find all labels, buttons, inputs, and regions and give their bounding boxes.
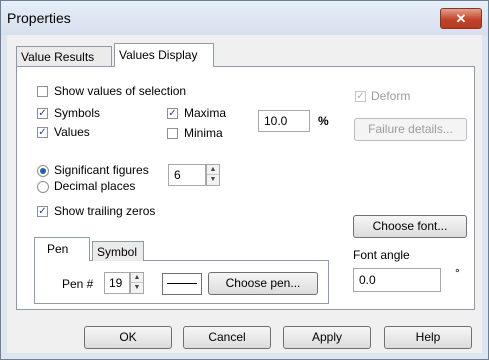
window-title: Properties xyxy=(7,10,71,26)
symbols-label: Symbols xyxy=(54,106,101,120)
deform-label: Deform xyxy=(371,89,411,103)
ok-button[interactable]: OK xyxy=(84,326,172,349)
decimal-places-radio[interactable] xyxy=(37,181,49,193)
maxima-label: Maxima xyxy=(184,106,227,120)
scale-input[interactable]: 10.0 xyxy=(258,110,310,132)
check-icon: ✓ xyxy=(38,127,47,138)
spin-down-icon[interactable]: ▼ xyxy=(131,283,143,293)
significant-figures-label: Significant figures xyxy=(54,163,149,177)
check-icon: ✓ xyxy=(38,108,47,119)
spin-down-icon[interactable]: ▼ xyxy=(207,175,219,185)
font-angle-input[interactable]: 0.0 xyxy=(353,268,441,292)
title-bar: Properties ✕ xyxy=(1,1,488,35)
precision-input[interactable]: 6 xyxy=(168,164,206,186)
degree-unit-label: ° xyxy=(455,266,460,280)
decimal-places-label: Decimal places xyxy=(54,179,136,193)
tab-values-display[interactable]: Values Display xyxy=(114,43,214,67)
show-values-of-selection-label: Show values of selection xyxy=(54,84,187,98)
show-trailing-zeros-label: Show trailing zeros xyxy=(54,204,156,218)
check-icon: ✓ xyxy=(168,108,177,119)
choose-pen-button[interactable]: Choose pen... xyxy=(208,272,318,295)
help-button[interactable]: Help xyxy=(384,326,472,349)
values-label: Values xyxy=(54,125,90,139)
show-values-of-selection-checkbox[interactable] xyxy=(37,86,48,97)
show-trailing-zeros-checkbox[interactable]: ✓ xyxy=(37,206,48,217)
maxima-checkbox[interactable]: ✓ xyxy=(167,108,178,119)
close-button[interactable]: ✕ xyxy=(440,8,482,29)
deform-checkbox[interactable]: ✓ xyxy=(355,91,366,102)
close-icon: ✕ xyxy=(455,11,467,26)
check-icon: ✓ xyxy=(356,91,365,102)
minima-label: Minima xyxy=(184,126,223,140)
pen-number-stepper[interactable]: ▲ ▼ xyxy=(130,272,144,294)
significant-figures-radio[interactable] xyxy=(37,165,49,177)
precision-stepper[interactable]: ▲ ▼ xyxy=(206,164,220,186)
spin-up-icon[interactable]: ▲ xyxy=(131,273,143,283)
choose-font-button[interactable]: Choose font... xyxy=(353,215,467,238)
scale-unit-label: % xyxy=(318,114,329,128)
failure-details-button[interactable]: Failure details... xyxy=(354,118,467,141)
spin-up-icon[interactable]: ▲ xyxy=(207,165,219,175)
symbols-checkbox[interactable]: ✓ xyxy=(37,108,48,119)
values-checkbox[interactable]: ✓ xyxy=(37,127,48,138)
check-icon: ✓ xyxy=(38,206,47,217)
pen-preview-swatch xyxy=(162,273,202,295)
minima-checkbox[interactable] xyxy=(167,128,178,139)
cancel-button[interactable]: Cancel xyxy=(183,326,271,349)
tab-symbol[interactable]: Symbol xyxy=(92,241,144,261)
pen-number-input[interactable]: 19 xyxy=(104,272,130,294)
tab-value-results[interactable]: Value Results xyxy=(16,46,112,66)
pen-number-label: Pen # xyxy=(62,277,94,291)
tab-pen[interactable]: Pen xyxy=(34,237,90,261)
apply-button[interactable]: Apply xyxy=(283,326,371,349)
font-angle-label: Font angle xyxy=(353,248,410,262)
